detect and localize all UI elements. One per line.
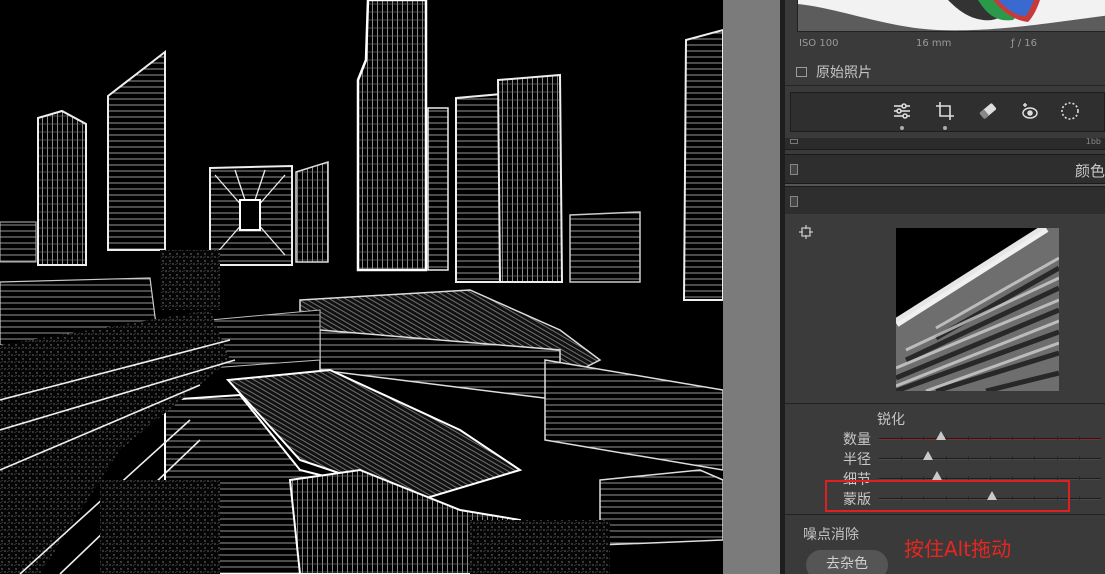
section-toggle-icon[interactable] <box>790 196 798 207</box>
collapsed-section-bar[interactable]: 1bb <box>785 137 1105 150</box>
detail-panel <box>785 214 1105 404</box>
focal-length-value: 16 mm <box>916 38 952 49</box>
slider-tick <box>1012 436 1014 440</box>
original-photo-checkbox[interactable] <box>796 67 807 77</box>
histogram[interactable] <box>797 0 1105 32</box>
original-photo-row[interactable]: 原始照片 <box>785 58 1105 86</box>
slider-tick <box>945 476 947 480</box>
crop-icon[interactable] <box>934 100 956 130</box>
redeye-icon[interactable] <box>1019 100 1041 122</box>
tool-strip <box>790 92 1105 132</box>
sliders-icon[interactable] <box>891 100 913 130</box>
slider-thumb[interactable] <box>936 431 947 440</box>
slider-amount[interactable]: 数量 <box>785 428 1105 448</box>
slider-label: 细节 <box>843 472 871 488</box>
detail-zoom-preview[interactable] <box>896 228 1059 391</box>
slider-tick <box>1056 436 1058 440</box>
tool-active-dot <box>900 126 904 130</box>
section-color-title: 颜色 <box>1074 162 1105 180</box>
original-photo-label: 原始照片 <box>816 65 872 81</box>
sharpening-title: 锐化 <box>877 412 905 428</box>
alt-drag-annotation: 按住Alt拖动 <box>904 537 1012 561</box>
exif-info: ISO 100 16 mm ƒ / 16 <box>785 38 1105 52</box>
slider-masking[interactable]: 蒙版 <box>785 488 1105 508</box>
slider-tick <box>1056 476 1058 480</box>
slider-radius[interactable]: 半径 <box>785 448 1105 468</box>
slider-tick <box>901 456 903 460</box>
slider-tick <box>1034 476 1036 480</box>
slider-tick <box>990 436 991 440</box>
slider-tick <box>1012 456 1014 460</box>
slider-thumb[interactable] <box>987 491 998 500</box>
section-toggle-icon <box>790 139 798 144</box>
iso-value: ISO 100 <box>799 38 839 49</box>
thin-bar-value: 1bb <box>1085 137 1101 146</box>
eraser-icon[interactable] <box>977 100 999 122</box>
lightroom-window: ISO 100 16 mm ƒ / 16 原始照片 1bb 颜色 锐化 数量 半… <box>0 0 1105 574</box>
slider-tick <box>967 456 969 460</box>
slider-tick <box>967 496 969 500</box>
tool-active-dot <box>943 126 947 130</box>
slider-tick <box>901 436 903 440</box>
slider-tick <box>967 476 969 480</box>
slider-tick <box>945 456 947 460</box>
slider-tick <box>1012 496 1014 500</box>
slider-tick <box>923 476 925 480</box>
histogram-graph <box>798 0 1105 31</box>
slider-tick <box>1034 496 1036 500</box>
slider-tick <box>967 436 969 440</box>
slider-thumb[interactable] <box>922 451 933 460</box>
slider-tick <box>923 436 925 440</box>
slider-tick <box>945 496 947 500</box>
radial-icon[interactable] <box>1059 100 1081 122</box>
slider-thumb[interactable] <box>931 471 942 480</box>
slider-tick <box>990 456 991 460</box>
sharpening-panel: 锐化 数量 半径 细节 蒙版 <box>785 405 1105 515</box>
slider-tick <box>901 476 903 480</box>
slider-label: 蒙版 <box>843 492 871 508</box>
noise-reduction-title: 噪点消除 <box>803 527 859 543</box>
slider-tick <box>1056 496 1058 500</box>
slider-tick <box>1078 456 1080 460</box>
slider-detail[interactable]: 细节 <box>785 468 1105 488</box>
aperture-value: ƒ / 16 <box>1011 38 1037 49</box>
photo-preview[interactable] <box>0 0 723 574</box>
slider-tick <box>923 496 925 500</box>
slider-tick <box>1078 496 1080 500</box>
target-adjust-icon[interactable] <box>799 224 813 239</box>
section-color-header[interactable]: 颜色 <box>785 154 1105 184</box>
denoise-button[interactable]: 去杂色 <box>806 550 888 574</box>
section-detail-header[interactable] <box>785 186 1105 216</box>
slider-tick <box>1034 436 1036 440</box>
slider-label: 半径 <box>843 452 871 468</box>
mask-preview-image <box>0 0 723 574</box>
panel-gutter <box>723 0 780 574</box>
zoom-image <box>896 228 1059 391</box>
slider-label: 数量 <box>843 432 871 448</box>
slider-tick <box>901 496 903 500</box>
slider-tick <box>1056 456 1058 460</box>
develop-panel: ISO 100 16 mm ƒ / 16 原始照片 1bb 颜色 锐化 数量 半… <box>785 0 1105 574</box>
slider-tick <box>1078 436 1080 440</box>
section-toggle-icon[interactable] <box>790 164 798 175</box>
slider-tick <box>1078 476 1080 480</box>
slider-tick <box>1012 476 1014 480</box>
slider-tick <box>1034 456 1036 460</box>
slider-tick <box>990 476 991 480</box>
